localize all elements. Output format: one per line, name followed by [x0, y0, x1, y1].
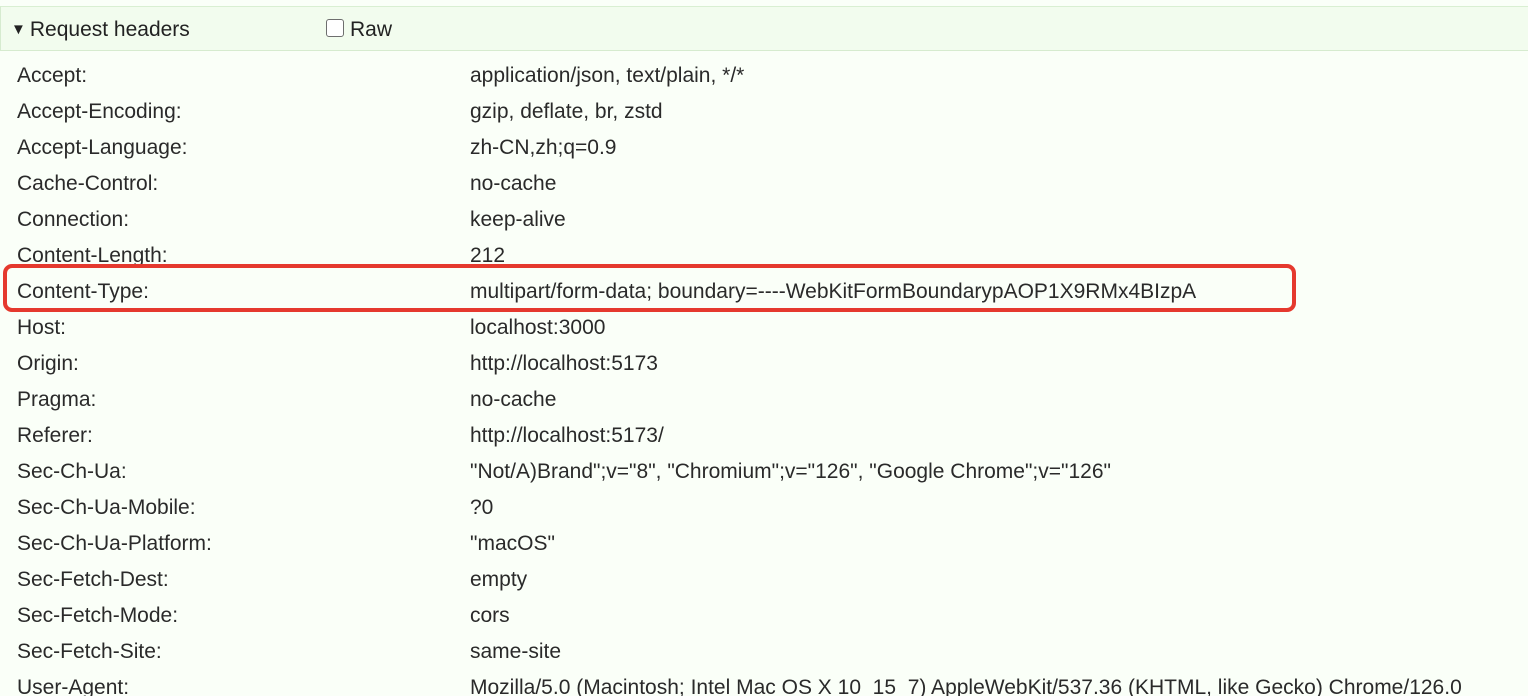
triangle-down-icon: ▼: [11, 21, 26, 38]
header-name: Sec-Ch-Ua-Platform:: [17, 532, 212, 555]
header-row: Accept-Encoding: gzip, deflate, br, zstd: [0, 93, 1528, 129]
header-row: Referer: http://localhost:5173/: [0, 417, 1528, 453]
header-value: empty: [470, 568, 528, 591]
header-name: Host:: [17, 316, 67, 339]
header-row: Sec-Ch-Ua-Mobile: ?0: [0, 489, 1528, 525]
header-row: Connection: keep-alive: [0, 201, 1528, 237]
header-value: no-cache: [470, 172, 557, 195]
header-name: Referer:: [17, 424, 93, 447]
header-name: Pragma:: [17, 388, 97, 411]
header-value: "macOS": [470, 532, 555, 555]
header-name: Origin:: [17, 352, 79, 375]
header-value: ?0: [470, 496, 494, 519]
header-value: no-cache: [470, 388, 557, 411]
header-name: Sec-Fetch-Mode:: [17, 604, 179, 627]
header-name: Accept:: [17, 64, 88, 87]
raw-label: Raw: [350, 18, 393, 41]
section-title-label: Request headers: [29, 18, 190, 41]
header-value: Mozilla/5.0 (Macintosh; Intel Mac OS X 1…: [470, 676, 1462, 696]
raw-toggle[interactable]: Raw: [326, 18, 392, 42]
header-row-content-type: Content-Type: multipart/form-data; bounda…: [0, 273, 1528, 309]
header-row: Accept-Language: zh-CN,zh;q=0.9: [0, 129, 1528, 165]
header-name: Accept-Encoding:: [17, 100, 182, 123]
request-headers-section-header: ▼ Request headers Raw: [0, 6, 1528, 51]
header-list: Accept: application/json, text/plain, */*…: [0, 57, 1528, 696]
header-row: Accept: application/json, text/plain, */*: [0, 57, 1528, 93]
header-row: Sec-Ch-Ua-Platform: "macOS": [0, 525, 1528, 561]
header-row: Sec-Fetch-Mode: cors: [0, 597, 1528, 633]
header-row: Host: localhost:3000: [0, 309, 1528, 345]
header-value: same-site: [470, 640, 562, 663]
header-name: Content-Type:: [17, 280, 149, 303]
header-value: http://localhost:5173: [470, 352, 658, 375]
header-name: Connection:: [17, 208, 130, 231]
header-value: multipart/form-data; boundary=----WebKit…: [470, 280, 1197, 303]
header-value: zh-CN,zh;q=0.9: [470, 136, 617, 159]
header-name: Sec-Fetch-Dest:: [17, 568, 169, 591]
header-value: cors: [470, 604, 510, 627]
header-row: Pragma: no-cache: [0, 381, 1528, 417]
header-name: Cache-Control:: [17, 172, 159, 195]
header-name: Sec-Fetch-Site:: [17, 640, 162, 663]
header-value: keep-alive: [470, 208, 566, 231]
header-name: Accept-Language:: [17, 136, 188, 159]
header-value: localhost:3000: [470, 316, 606, 339]
request-headers-panel: ▼ Request headers Raw Accept: application/…: [0, 0, 1528, 696]
header-row: Sec-Fetch-Site: same-site: [0, 633, 1528, 669]
header-value: gzip, deflate, br, zstd: [470, 100, 663, 123]
raw-checkbox[interactable]: [326, 19, 344, 37]
header-value: http://localhost:5173/: [470, 424, 664, 447]
header-row: Content-Length: 212: [0, 237, 1528, 273]
header-value: "Not/A)Brand";v="8", "Chromium";v="126",…: [470, 460, 1111, 483]
header-name: Sec-Ch-Ua-Mobile:: [17, 496, 196, 519]
request-headers-toggle[interactable]: ▼ Request headers: [11, 18, 190, 42]
header-row: Cache-Control: no-cache: [0, 165, 1528, 201]
header-value: application/json, text/plain, */*: [470, 64, 745, 87]
header-name: Sec-Ch-Ua:: [17, 460, 127, 483]
header-name: User-Agent:: [17, 676, 130, 696]
header-name: Content-Length:: [17, 244, 168, 267]
header-row: Sec-Fetch-Dest: empty: [0, 561, 1528, 597]
header-row: User-Agent: Mozilla/5.0 (Macintosh; Intel…: [0, 669, 1528, 696]
header-value: 212: [470, 244, 506, 267]
header-row: Origin: http://localhost:5173: [0, 345, 1528, 381]
header-row: Sec-Ch-Ua: "Not/A)Brand";v="8", "Chromium…: [0, 453, 1528, 489]
